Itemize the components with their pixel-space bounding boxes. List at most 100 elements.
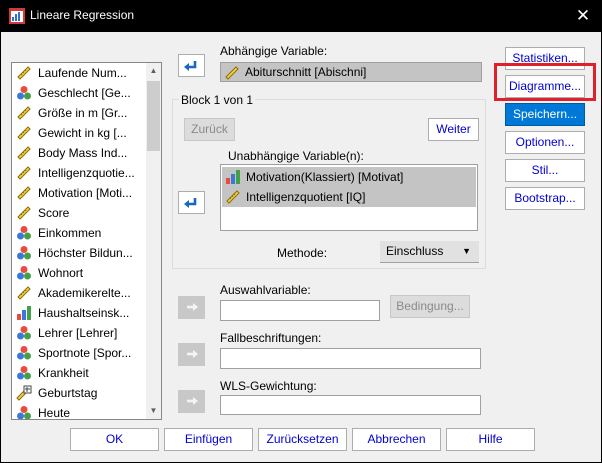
variable-list-item[interactable]: Größe in m [Gr... xyxy=(12,103,146,123)
dependent-variable-field[interactable]: Abiturschnitt [Abischni] xyxy=(220,62,482,82)
method-label: Methode: xyxy=(277,246,328,260)
variable-list-item-label: Lehrer [Lehrer] xyxy=(38,326,118,340)
independent-variables-items: Motivation(Klassiert) [Motivat] Intellige… xyxy=(222,167,476,207)
help-button[interactable]: Hilfe xyxy=(446,428,535,451)
ordinal-icon xyxy=(17,306,31,320)
variable-list-item[interactable]: Body Mass Ind... xyxy=(12,143,146,163)
nominal-icon xyxy=(17,346,31,360)
nominal-icon xyxy=(17,266,31,280)
method-value: Einschluss xyxy=(386,244,444,258)
move-to-dependent-button[interactable] xyxy=(178,54,205,77)
cancel-button[interactable]: Abbrechen xyxy=(352,428,441,451)
close-icon[interactable]: ✕ xyxy=(566,2,600,30)
options-button[interactable]: Optionen... xyxy=(505,131,585,154)
variable-list-item-label: Geschlecht [Ge... xyxy=(38,86,131,100)
wls-weight-field[interactable] xyxy=(220,395,481,415)
variable-list-item[interactable]: Laufende Num... xyxy=(12,63,146,83)
variable-list-item[interactable]: Heute xyxy=(12,403,146,419)
variable-list-item-label: Intelligenzquotie... xyxy=(38,166,135,180)
variable-list-item-label: Motivation [Moti... xyxy=(38,186,133,200)
nominal-icon xyxy=(17,226,31,240)
variable-list-item[interactable]: Höchster Bildun... xyxy=(12,243,146,263)
ruler-icon xyxy=(226,190,240,204)
selection-variable-label: Auswahlvariable: xyxy=(220,283,311,297)
ruler-icon xyxy=(17,206,31,220)
variable-list-item[interactable]: Akademikerelte... xyxy=(12,283,146,303)
spss-app-icon xyxy=(9,8,25,24)
independent-variable-item-label: Intelligenzquotient [IQ] xyxy=(246,190,366,204)
variable-list-item[interactable]: Wohnort xyxy=(12,263,146,283)
variable-list-item[interactable]: Krankheit xyxy=(12,363,146,383)
nominal-icon xyxy=(17,246,31,260)
ruler-icon xyxy=(225,66,239,80)
independent-variable-item[interactable]: Intelligenzquotient [IQ] xyxy=(222,187,476,207)
reset-button[interactable]: Zurücksetzen xyxy=(258,428,347,451)
variable-list-item[interactable]: Haushaltseinsk... xyxy=(12,303,146,323)
title-bar: Lineare Regression ✕ xyxy=(0,0,602,32)
nominal-icon xyxy=(17,326,31,340)
variable-list-item-label: Gewicht in kg [... xyxy=(38,126,127,140)
condition-button[interactable]: Bedingung... xyxy=(390,295,470,318)
arrow-right-icon xyxy=(187,350,198,358)
variable-list-item[interactable]: Geschlecht [Ge... xyxy=(12,83,146,103)
independent-variable-item-label: Motivation(Klassiert) [Motivat] xyxy=(246,170,404,184)
variable-list-item[interactable]: Gewicht in kg [... xyxy=(12,123,146,143)
scroll-up-icon[interactable]: ▲ xyxy=(146,63,161,79)
window-title: Lineare Regression xyxy=(30,8,135,22)
variable-list-item[interactable]: Motivation [Moti... xyxy=(12,183,146,203)
variable-list-item-label: Score xyxy=(38,206,70,220)
variable-list[interactable]: Laufende Num... Geschlecht [Ge... Größe in… xyxy=(11,62,162,420)
variable-list-items: Laufende Num... Geschlecht [Ge... Größe in… xyxy=(12,63,146,419)
ruler-icon xyxy=(17,66,31,80)
arrow-left-icon xyxy=(184,198,197,208)
variable-list-item[interactable]: Lehrer [Lehrer] xyxy=(12,323,146,343)
independent-variable-item[interactable]: Motivation(Klassiert) [Motivat] xyxy=(222,167,476,187)
variable-list-item-label: Geburtstag xyxy=(38,386,98,400)
variable-list-item-label: Akademikerelte... xyxy=(38,286,131,300)
case-labels-field[interactable] xyxy=(220,348,481,369)
variable-list-item[interactable]: Einkommen xyxy=(12,223,146,243)
move-to-selection-button[interactable] xyxy=(178,296,205,319)
dialog-window: Lineare Regression ✕ Laufende Num... Gesc… xyxy=(0,0,602,463)
highlight-annotation xyxy=(494,63,596,101)
variable-list-scrollbar[interactable]: ▲ ▼ xyxy=(146,63,161,419)
variable-list-item-label: Haushaltseinsk... xyxy=(38,306,130,320)
scrollbar-thumb[interactable] xyxy=(147,81,160,151)
block-back-button[interactable]: Zurück xyxy=(184,118,235,141)
variable-list-item-label: Laufende Num... xyxy=(38,66,127,80)
nominal-icon xyxy=(17,406,31,419)
variable-list-item[interactable]: Score xyxy=(12,203,146,223)
variable-list-item-label: Krankheit xyxy=(38,366,89,380)
arrow-right-icon xyxy=(187,303,198,311)
variable-list-item[interactable]: Intelligenzquotie... xyxy=(12,163,146,183)
independent-variables-list[interactable]: Motivation(Klassiert) [Motivat] Intellige… xyxy=(220,164,478,231)
method-select[interactable]: Einschluss ▼ xyxy=(380,241,479,263)
ruler-icon xyxy=(17,126,31,140)
ruler-icon xyxy=(17,186,31,200)
variable-list-item[interactable]: Sportnote [Spor... xyxy=(12,343,146,363)
save-button[interactable]: Speichern... xyxy=(505,103,585,126)
bootstrap-button[interactable]: Bootstrap... xyxy=(505,187,585,210)
ok-button[interactable]: OK xyxy=(70,428,159,451)
block-next-button[interactable]: Weiter xyxy=(428,118,479,141)
arrow-left-icon xyxy=(184,61,197,71)
ruler-icon xyxy=(17,166,31,180)
selection-variable-field[interactable] xyxy=(220,300,380,321)
variable-list-item-label: Einkommen xyxy=(38,226,102,240)
block-label: Block 1 von 1 xyxy=(179,93,256,107)
move-to-case-labels-button[interactable] xyxy=(178,343,205,366)
ruler-icon xyxy=(17,106,31,120)
variable-list-item[interactable]: Geburtstag xyxy=(12,383,146,403)
variable-list-item-label: Body Mass Ind... xyxy=(38,146,128,160)
style-button[interactable]: Stil... xyxy=(505,159,585,182)
scroll-down-icon[interactable]: ▼ xyxy=(146,403,161,419)
variable-list-item-label: Größe in m [Gr... xyxy=(38,106,128,120)
paste-button[interactable]: Einfügen xyxy=(164,428,253,451)
move-to-independent-button[interactable] xyxy=(178,191,205,214)
ruler-icon xyxy=(17,146,31,160)
wls-weight-label: WLS-Gewichtung: xyxy=(220,379,317,393)
date-icon xyxy=(16,385,32,401)
move-to-wls-button[interactable] xyxy=(178,390,205,413)
dependent-variable-label: Abhängige Variable: xyxy=(220,44,328,58)
arrow-right-icon xyxy=(187,397,198,405)
